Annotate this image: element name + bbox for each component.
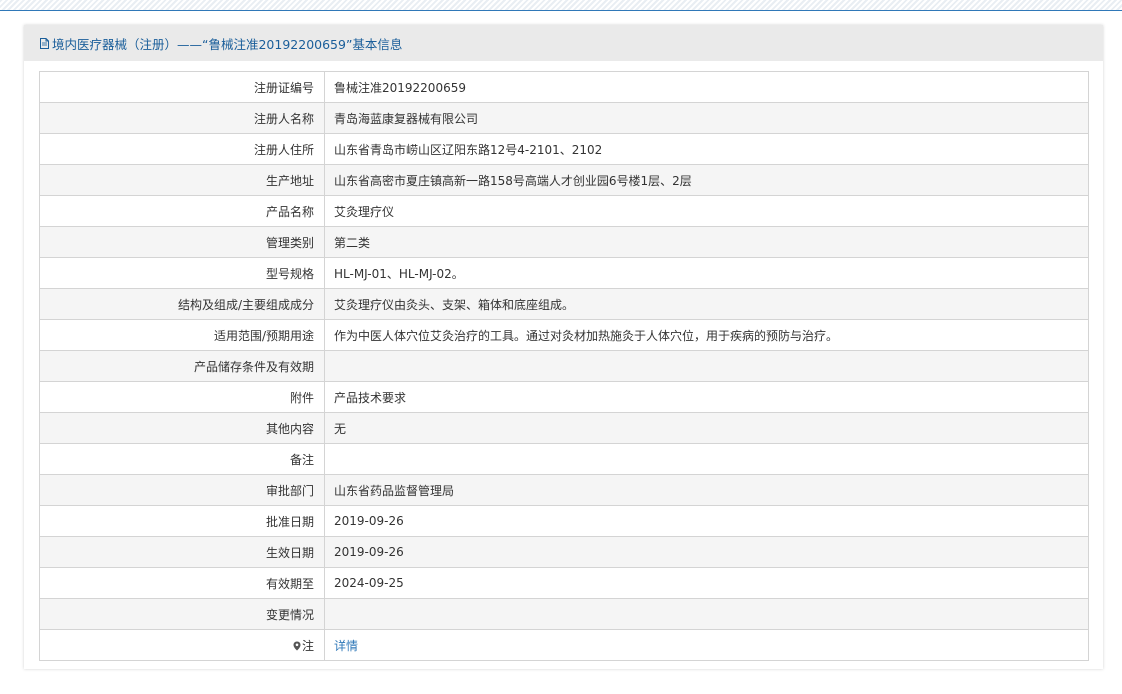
table-row: 备注 [39,443,1089,475]
note-value-cell: 详情 [324,629,1089,661]
pin-icon [293,641,301,651]
note-label: 注 [301,638,314,653]
document-icon [40,37,49,49]
row-label: 型号规格 [39,257,325,289]
table-row: 产品名称 艾灸理疗仪 [39,195,1089,227]
table-row: 产品储存条件及有效期 [39,350,1089,382]
table-row: 附件 产品技术要求 [39,381,1089,413]
table-row: 适用范围/预期用途 作为中医人体穴位艾灸治疗的工具。通过对灸材加热施灸于人体穴位，… [39,319,1089,351]
info-table-wrapper: 注册证编号 鲁械注准20192200659 注册人名称 青岛海蓝康复器械有限公司 注… [39,71,1089,661]
row-label: 注册人住所 [39,133,325,165]
row-value: 青岛海蓝康复器械有限公司 [324,102,1089,134]
row-value: 山东省高密市夏庄镇高新一路158号高端人才创业园6号楼1层、2层 [324,164,1089,196]
info-table: 注册证编号 鲁械注准20192200659 注册人名称 青岛海蓝康复器械有限公司 注… [39,71,1089,661]
table-row: 其他内容无 [39,412,1089,444]
row-value: 山东省青岛市崂山区辽阳东路12号4-2101、2102 [324,133,1089,165]
row-value: 第二类 [324,226,1089,258]
panel-header: 境内医疗器械（注册）——“鲁械注准20192200659”基本信息 [24,25,1103,61]
table-row: 批准日期 2019-09-26 [39,505,1089,537]
row-value: 2024-09-25 [324,567,1089,599]
table-row: 有效期至 2024-09-25 [39,567,1089,599]
row-value: 无 [324,412,1089,444]
row-label: 附件 [39,381,325,413]
row-value: 艾灸理疗仪 [324,195,1089,227]
row-label: 生效日期 [39,536,325,568]
row-value [324,443,1089,475]
row-value: 2019-09-26 [324,505,1089,537]
row-label: 注册证编号 [39,71,325,103]
table-row: 注册证编号 鲁械注准20192200659 [39,71,1089,103]
row-value: 鲁械注准20192200659 [324,71,1089,103]
row-label: 适用范围/预期用途 [39,319,325,351]
row-label: 有效期至 [39,567,325,599]
row-value [324,598,1089,630]
row-value: 作为中医人体穴位艾灸治疗的工具。通过对灸材加热施灸于人体穴位，用于疾病的预防与治… [324,319,1089,351]
table-row: 型号规格 HL-MJ-01、HL-MJ-02。 [39,257,1089,289]
table-row: 生效日期 2019-09-26 [39,536,1089,568]
note-label-cell: 注 [39,629,325,661]
table-row: 生产地址 山东省高密市夏庄镇高新一路158号高端人才创业园6号楼1层、2层 [39,164,1089,196]
row-value: HL-MJ-01、HL-MJ-02。 [324,257,1089,289]
row-label: 审批部门 [39,474,325,506]
table-row: 注册人名称 青岛海蓝康复器械有限公司 [39,102,1089,134]
row-label: 备注 [39,443,325,475]
table-row: 变更情况 [39,598,1089,630]
table-row: 审批部门 山东省药品监督管理局 [39,474,1089,506]
page-title: 境内医疗器械（注册）——“鲁械注准20192200659”基本信息 [52,36,403,52]
row-label: 生产地址 [39,164,325,196]
row-value: 艾灸理疗仪由灸头、支架、箱体和底座组成。 [324,288,1089,320]
row-value: 2019-09-26 [324,536,1089,568]
row-label: 产品储存条件及有效期 [39,350,325,382]
row-label: 变更情况 [39,598,325,630]
note-row: 注 详情 [39,629,1089,661]
row-label: 注册人名称 [39,102,325,134]
row-label: 批准日期 [39,505,325,537]
details-link[interactable]: 详情 [334,639,358,653]
row-label: 其他内容 [39,412,325,444]
row-label: 产品名称 [39,195,325,227]
detail-panel: 境内医疗器械（注册）——“鲁械注准20192200659”基本信息 注册证编号鲁… [24,25,1103,669]
table-row: 注册人住所 山东省青岛市崂山区辽阳东路12号4-2101、2102 [39,133,1089,165]
table-row: 管理类别 第二类 [39,226,1089,258]
row-value [324,350,1089,382]
table-row: 结构及组成/主要组成成分 艾灸理疗仪由灸头、支架、箱体和底座组成。 [39,288,1089,320]
top-stripe-divider [0,0,1122,11]
row-value: 产品技术要求 [324,381,1089,413]
row-label: 结构及组成/主要组成成分 [39,288,325,320]
row-label: 管理类别 [39,226,325,258]
row-value: 山东省药品监督管理局 [324,474,1089,506]
